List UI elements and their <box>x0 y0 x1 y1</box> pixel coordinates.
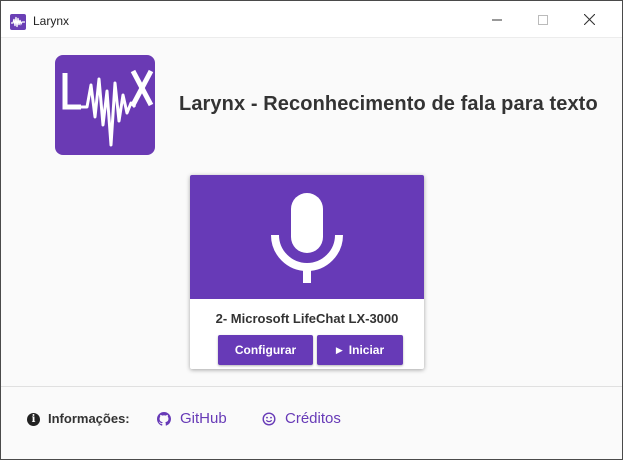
title-bar[interactable]: Larynx <box>1 1 622 38</box>
window-title: Larynx <box>33 14 70 28</box>
maximize-icon <box>538 14 548 25</box>
github-icon <box>157 411 171 426</box>
minimize-icon <box>492 19 502 20</box>
minimize-button[interactable] <box>474 1 520 38</box>
microphone-icon <box>271 193 343 283</box>
device-card: 2- Microsoft LifeChat LX-3000 Configurar… <box>190 175 424 369</box>
credits-link[interactable]: Créditos <box>262 410 341 427</box>
card-media <box>190 175 424 299</box>
close-button[interactable] <box>566 1 612 38</box>
start-button-label: Iniciar <box>348 343 385 357</box>
maximize-button[interactable] <box>520 1 566 38</box>
smile-icon <box>262 411 276 426</box>
close-icon <box>583 14 595 25</box>
credits-label: Créditos <box>285 410 341 427</box>
app-logo <box>55 55 155 155</box>
start-button[interactable]: ▶ Iniciar <box>317 335 403 365</box>
github-label: GitHub <box>180 410 227 427</box>
play-icon: ▶ <box>335 344 343 355</box>
configure-button-label: Configurar <box>234 343 297 357</box>
app-window: Larynx Larynx - Reconhecimento de fala p… <box>0 0 623 460</box>
github-link[interactable]: GitHub <box>157 410 227 427</box>
device-name: 2- Microsoft LifeChat LX-3000 <box>215 311 399 326</box>
page-title: Larynx - Reconhecimento de fala para tex… <box>179 93 598 115</box>
info-label: Informações: <box>48 411 130 426</box>
configure-button[interactable]: Configurar <box>218 335 313 365</box>
footer: i Informações: GitHub Créditos <box>1 387 622 449</box>
info-icon: i <box>27 413 40 426</box>
waveform-icon <box>10 14 26 30</box>
